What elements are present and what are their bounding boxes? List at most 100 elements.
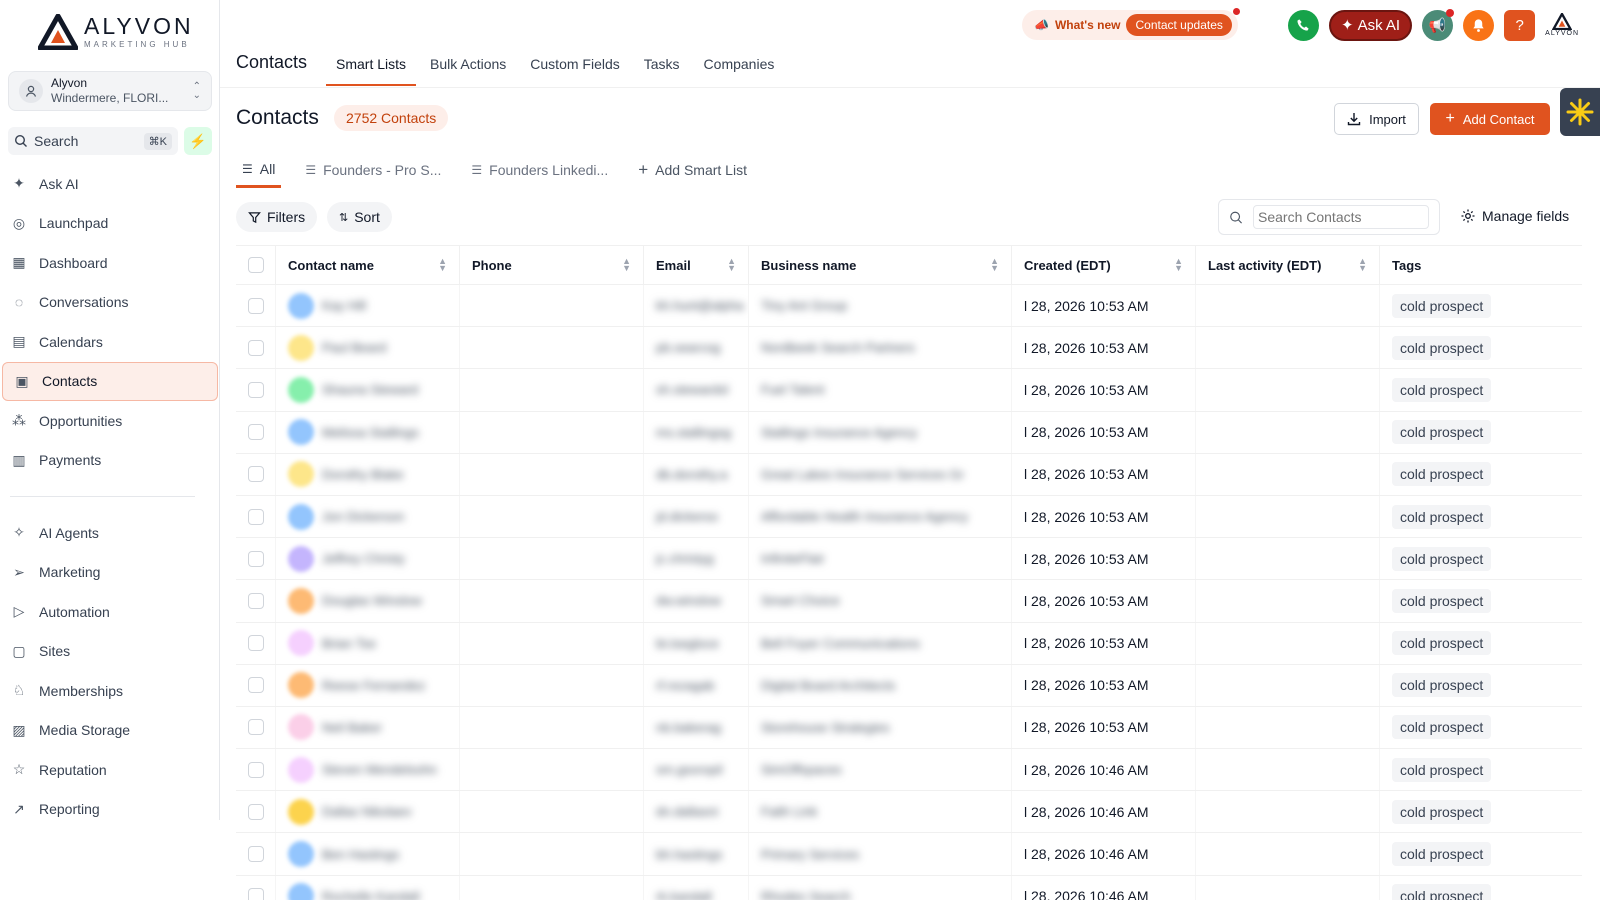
row-checkbox[interactable] [248,508,264,525]
tag-badge[interactable]: cold prospect [1392,546,1492,571]
tab-bulk-actions[interactable]: Bulk Actions [420,48,516,86]
row-checkbox[interactable] [248,888,264,900]
table-row[interactable]: Douglas Winslow dw.winslow Smart Choice l 2… [236,580,1582,623]
tag-badge[interactable]: cold prospect [1392,799,1492,824]
contact-name-cell[interactable]: Rochelle Kandall [276,875,460,900]
table-row[interactable]: Steven Mendelsohn sm.gsoropil SimOffspaces… [236,749,1582,792]
sidebar-item-automation[interactable]: ▷ Automation [0,592,220,632]
tag-badge[interactable]: cold prospect [1392,631,1492,656]
import-button[interactable]: Import [1334,103,1419,135]
contact-name-cell[interactable]: Shauna Steward [276,369,460,411]
contact-name-cell[interactable]: Douglas Winslow [276,580,460,622]
tag-badge[interactable]: cold prospect [1392,377,1492,402]
tag-badge[interactable]: cold prospect [1392,673,1492,698]
table-row[interactable]: Shauna Steward sh.stewardsl Fuel Talent l 2… [236,369,1582,412]
contact-name-cell[interactable]: Dorothy Blake [276,453,460,495]
smart-list-tab-1[interactable]: ☰ Founders - Pro S... [299,152,447,188]
sidebar-item-contacts[interactable]: ▣ Contacts [2,361,218,401]
tag-badge[interactable]: cold prospect [1392,757,1492,782]
contact-name-cell[interactable]: Neil Baker [276,706,460,749]
sidebar-item-opportunities[interactable]: ⁂ Opportunities [0,401,220,441]
tag-badge[interactable]: cold prospect [1392,504,1492,529]
column-header-created-edt[interactable]: Created (EDT) ▲ ▼ [1012,246,1196,284]
table-row[interactable]: Brian Tse bt.tsegloce Bell Foyer Communica… [236,622,1582,665]
contact-name-cell[interactable]: Brian Tse [276,622,460,664]
sort-arrows-icon[interactable]: ▲ ▼ [727,257,736,273]
tag-badge[interactable]: cold prospect [1392,293,1492,318]
table-row[interactable]: Reese Fernandez rf.rezagab Digital Board A… [236,664,1582,707]
smart-list-tab-2[interactable]: ☰ Founders Linkedi... [465,152,614,188]
notifications-button[interactable] [1463,9,1495,41]
table-row[interactable]: Ben Hastings bh.hastings Primary Services l… [236,833,1582,876]
sidebar-item-sites[interactable]: ▢ Sites [0,632,220,672]
column-header-contact-name[interactable]: Contact name ▲ ▼ [276,246,460,284]
tag-badge[interactable]: cold prospect [1392,335,1492,360]
ask-ai-button[interactable]: ✦ Ask AI [1329,9,1413,41]
contact-name-cell[interactable]: Steven Mendelsohn [276,749,460,791]
help-button[interactable]: ? [1504,9,1536,41]
contact-name-cell[interactable]: Dallas Nikolaev [276,791,460,833]
manage-fields-button[interactable]: Manage fields [1460,208,1569,224]
tag-badge[interactable]: cold prospect [1392,884,1492,900]
sidebar-item-ai-agents[interactable]: ✧ AI Agents [0,513,220,553]
column-header-email[interactable]: Email ▲ ▼ [644,246,749,284]
table-row[interactable]: Dorothy Blake db.dorothy.a Great Lakes Ins… [236,453,1582,496]
sidebar-item-calendars[interactable]: ▤ Calendars [0,322,220,362]
column-header-last-activity-edt[interactable]: Last activity (EDT) ▲ ▼ [1196,246,1380,284]
profile-avatar[interactable]: ALYVON [1545,8,1579,42]
table-row[interactable]: Kay Hill kh.hunt@alpha Tiny Ant Group l 28,… [236,285,1582,328]
row-checkbox[interactable] [248,466,264,483]
row-checkbox[interactable] [248,635,264,652]
sort-arrows-icon[interactable]: ▲ ▼ [1174,257,1183,273]
contact-name-cell[interactable]: Ben Hastings [276,833,460,875]
table-row[interactable]: Jon Dickerson jd.dickerso Affordable Healt… [236,495,1582,539]
whats-new-banner[interactable]: 📣 What's new Contact updates [1022,8,1240,40]
sidebar-item-memberships[interactable]: ♘ Memberships [0,671,220,711]
table-row[interactable]: Dallas Nikolaev dn.dallasni Faith Link l 28… [236,791,1582,834]
sort-arrows-icon[interactable]: ▲ ▼ [438,257,447,273]
row-checkbox[interactable] [248,677,264,694]
add-contact-button[interactable]: + Add Contact [1430,103,1550,135]
sort-arrows-icon[interactable]: ▲ ▼ [1358,257,1367,273]
contact-updates-pill[interactable]: Contact updates [1126,14,1232,36]
contact-name-cell[interactable]: Jeffrey Christy [276,538,460,580]
contact-name-cell[interactable]: Jon Dickerson [276,495,460,538]
row-checkbox[interactable] [248,424,264,441]
column-header-phone[interactable]: Phone ▲ ▼ [460,246,644,284]
tag-badge[interactable]: cold prospect [1392,462,1492,487]
tab-companies[interactable]: Companies [694,48,785,86]
table-row[interactable]: Neil Baker nb.bakerag Storehouse Strategie… [236,706,1582,750]
row-checkbox[interactable] [248,803,264,820]
sidebar-item-launchpad[interactable]: ◎ Launchpad [0,204,220,244]
account-switcher[interactable]: Alyvon Windermere, FLORI... ⌃ ⌄ [8,71,212,111]
row-checkbox[interactable] [248,592,264,609]
sort-arrows-icon[interactable]: ▲ ▼ [622,257,631,273]
sidebar-item-payments[interactable]: ▥ Payments [0,441,220,481]
row-checkbox[interactable] [248,339,264,356]
announcements-button[interactable]: 📢 [1422,8,1455,41]
row-checkbox[interactable] [248,719,264,736]
filters-button[interactable]: Filters [236,202,318,232]
sidebar-item-media-storage[interactable]: ▨ Media Storage [0,711,220,751]
contact-name-cell[interactable]: Paul Beard [276,327,460,369]
row-checkbox[interactable] [248,297,264,314]
sidebar-search[interactable]: Search ⌘K [8,127,178,155]
add-smart-list-button[interactable]: + Add Smart List [632,152,753,188]
tab-custom-fields[interactable]: Custom Fields [520,48,629,86]
phone-button[interactable] [1288,9,1319,41]
tab-smart-lists[interactable]: Smart Lists [326,48,417,86]
contact-name-cell[interactable]: Reese Fernandez [276,664,460,706]
select-all-checkbox[interactable] [248,257,264,273]
contact-name-cell[interactable]: Melissa Stallings [276,411,460,453]
sidebar-item-ask-ai[interactable]: ✦ Ask AI [0,164,220,204]
row-checkbox[interactable] [248,381,264,398]
column-header-business-name[interactable]: Business name ▲ ▼ [749,246,1012,284]
quick-action-button[interactable]: ⚡ [184,127,212,155]
table-row[interactable]: Rochelle Kandall rk.kandall Rhodes Search l… [236,875,1582,900]
search-contacts-input[interactable] [1253,205,1429,229]
tab-tasks[interactable]: Tasks [634,48,690,86]
table-row[interactable]: Paul Beard pb.searcog Nordbeek Search Part… [236,327,1582,370]
sort-button[interactable]: ⇅ Sort [327,202,392,232]
tag-badge[interactable]: cold prospect [1392,588,1492,613]
column-header-tags[interactable]: Tags [1380,246,1582,284]
